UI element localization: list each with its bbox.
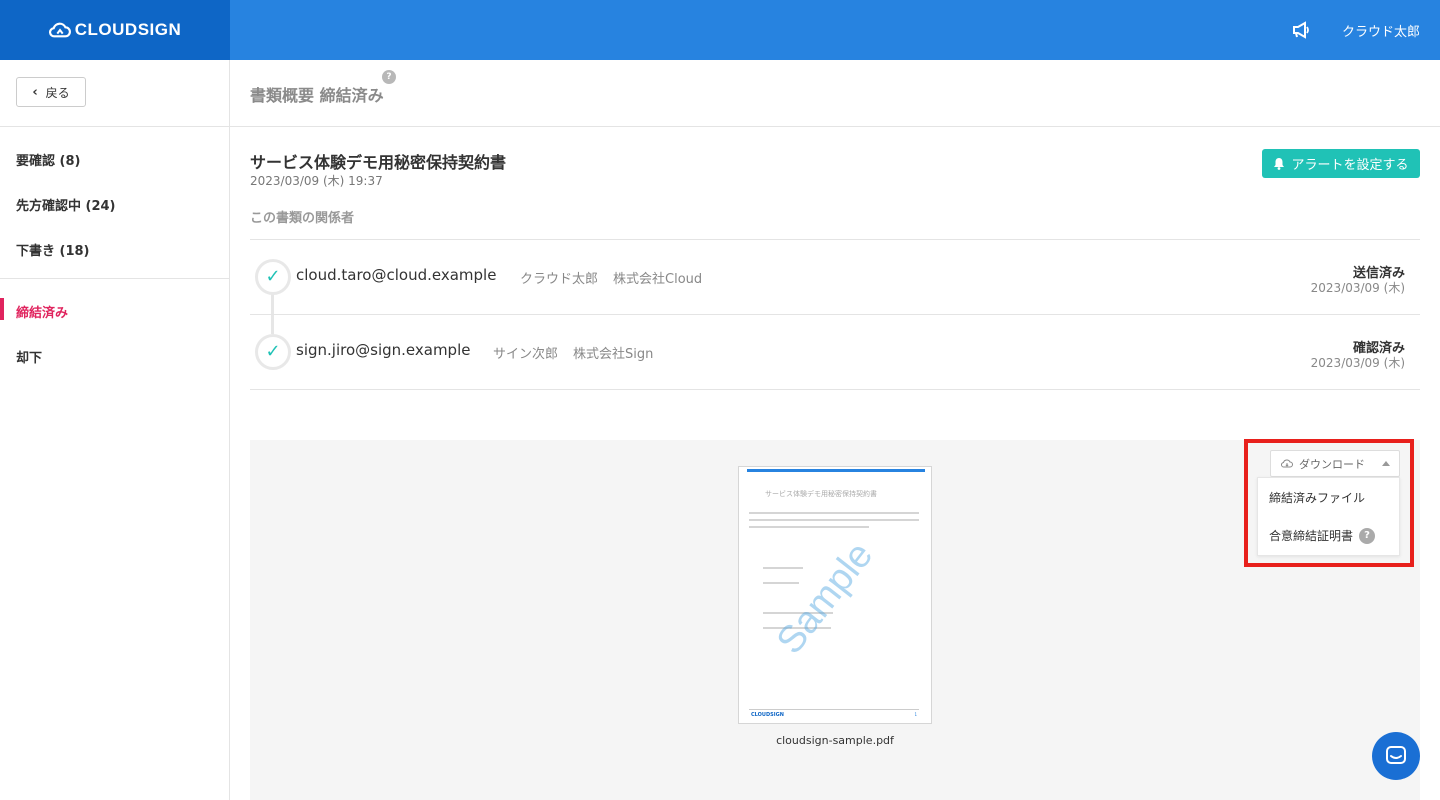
check-icon: ✓ [265,341,281,362]
back-button-label: 戻る [45,85,70,100]
party-check-icon: ✓ [255,334,291,370]
party-company: 株式会社Cloud [613,272,703,287]
pdf-footer-line [749,709,919,710]
pdf-text-line [749,512,919,514]
bell-icon [1274,158,1285,170]
page-title-bar: 書類概要 締結済み ? [230,60,1440,127]
chat-icon [1386,746,1406,764]
highlight-box [1244,439,1414,567]
sidebar-item-awaiting-counterparty[interactable]: 先方確認中 (24) [16,195,116,214]
pdf-title: サービス体験デモ用秘密保持契約書 [765,490,877,498]
back-button[interactable]: ‹ 戻る [16,77,86,107]
party-company: 株式会社Sign [573,347,654,362]
set-alert-button[interactable]: アラートを設定する [1262,149,1420,178]
pdf-text-line [763,582,799,584]
timeline-connector [271,292,274,334]
pdf-page-number: 1 [914,712,917,717]
pdf-top-bar [747,469,925,472]
pdf-footer-logo: CLOUDSIGN [751,712,784,718]
party-check-icon: ✓ [255,259,291,295]
logo[interactable]: CLOUDSIGN [0,0,230,60]
sidebar-item-drafts[interactable]: 下書き (18) [16,240,90,259]
sidebar-item-needs-review[interactable]: 要確認 (8) [16,150,80,169]
pdf-watermark: Sample [768,534,882,662]
chevron-left-icon: ‹ [32,84,38,100]
pdf-text-line [749,526,869,528]
party-email: sign.jiro@sign.example [296,341,471,359]
set-alert-label: アラートを設定する [1291,158,1409,173]
pdf-text-line [749,519,919,521]
party-email: cloud.taro@cloud.example [296,266,497,284]
user-menu[interactable]: クラウド太郎 [1342,21,1420,40]
sidebar-item-rejected[interactable]: 却下 [16,347,42,366]
logo-text: CLOUDSIGN [74,20,182,39]
pdf-text-line [763,567,803,569]
divider [250,239,1420,240]
divider [250,389,1420,390]
chat-launcher-button[interactable] [1372,732,1420,780]
active-indicator [0,298,4,320]
back-zone: ‹ 戻る [0,60,229,127]
party-status-date: 2023/03/09 (木) [1310,356,1405,370]
check-icon: ✓ [265,266,281,287]
pdf-thumbnail[interactable]: サービス体験デモ用秘密保持契約書 Sample CLOUDSIGN 1 [738,466,932,724]
party-name: サイン次郎 [493,347,559,362]
related-parties-title: この書類の関係者 [250,211,355,226]
sidebar-divider [0,278,229,279]
document-title: サービス体験デモ用秘密保持契約書 [250,153,507,172]
party-name: クラウド太郎 [520,272,599,287]
megaphone-icon[interactable] [1292,21,1312,39]
sidebar: ‹ 戻る 要確認 (8) 先方確認中 (24) 下書き (18) 締結済み 却下 [0,60,230,800]
divider [250,314,1420,315]
help-icon[interactable]: ? [382,70,396,84]
sidebar-item-concluded[interactable]: 締結済み [16,302,68,321]
document-date: 2023/03/09 (木) 19:37 [250,174,383,188]
page-title: 書類概要 締結済み [250,86,384,105]
app-header: CLOUDSIGN クラウド太郎 [0,0,1440,60]
pdf-filename: cloudsign-sample.pdf [776,734,894,747]
party-status-date: 2023/03/09 (木) [1310,281,1405,295]
cloudsign-cloud-icon [48,22,71,38]
